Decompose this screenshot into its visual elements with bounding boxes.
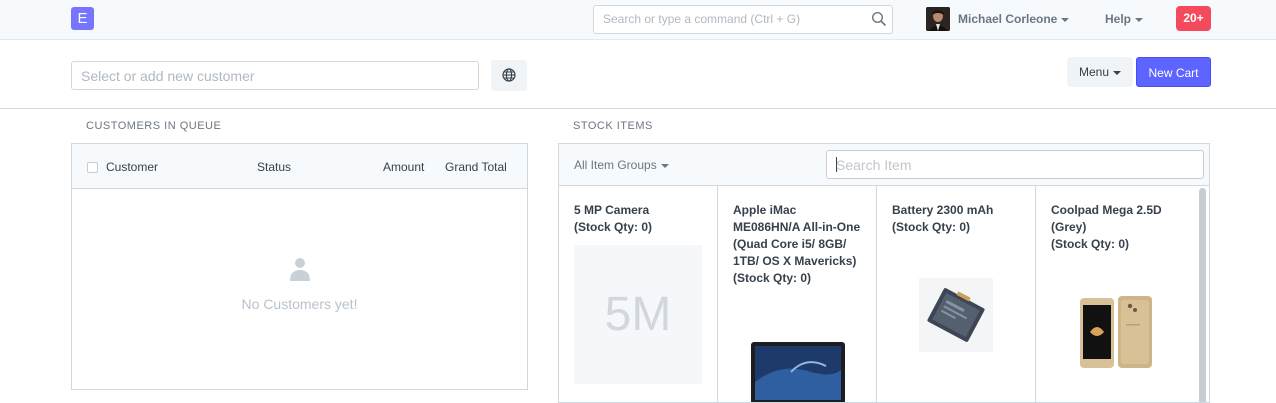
user-icon <box>290 258 310 281</box>
items-scrollbar[interactable] <box>1199 188 1206 402</box>
new-cart-button[interactable]: New Cart <box>1136 57 1211 87</box>
awesomebar <box>593 5 893 34</box>
item-search-input[interactable] <box>826 150 1204 179</box>
stock-items-panel: All Item Groups 5 MP Camera (Stock Qty: … <box>558 143 1210 403</box>
app-logo[interactable]: E <box>71 7 94 30</box>
avatar[interactable] <box>926 7 950 31</box>
user-name: Michael Corleone <box>958 12 1058 26</box>
globe-icon <box>502 68 516 82</box>
item-stock-qty: (Stock Qty: 0) <box>733 271 812 285</box>
item-stock-qty: (Stock Qty: 0) <box>1051 237 1130 251</box>
item-image-battery <box>919 278 993 352</box>
search-icon[interactable] <box>871 11 887 27</box>
item-title: Coolpad Mega 2.5D (Grey) (Stock Qty: 0) <box>1051 202 1181 253</box>
user-menu[interactable]: Michael Corleone <box>958 12 1070 26</box>
item-name: Apple iMac ME086HN/A All-in-One (Quad Co… <box>733 203 861 268</box>
item-title: Apple iMac ME086HN/A All-in-One (Quad Co… <box>733 202 863 287</box>
awesomebar-input[interactable] <box>603 12 865 26</box>
item-image-phone <box>1080 296 1152 368</box>
empty-state-text: No Customers yet! <box>241 296 358 312</box>
stock-items-title: STOCK ITEMS <box>573 120 653 132</box>
chevron-down-icon <box>1061 17 1070 22</box>
item-card[interactable]: 5 MP Camera (Stock Qty: 0) 5M <box>559 186 718 402</box>
customers-queue-title: CUSTOMERS IN QUEUE <box>86 120 222 132</box>
column-amount: Amount <box>383 160 425 174</box>
chevron-down-icon <box>1113 70 1122 75</box>
item-stock-qty: (Stock Qty: 0) <box>892 220 971 234</box>
item-placeholder-image: 5M <box>574 245 702 384</box>
select-all-checkbox[interactable] <box>87 162 98 173</box>
stock-items-toolbar: All Item Groups <box>559 144 1209 186</box>
customers-queue-panel: Customer Status Amount Grand Total No Cu… <box>71 143 528 390</box>
item-title: Battery 2300 mAh (Stock Qty: 0) <box>892 202 1022 236</box>
customer-input[interactable] <box>71 61 479 90</box>
text-cursor <box>836 157 837 172</box>
item-group-filter[interactable]: All Item Groups <box>574 158 669 172</box>
item-name: Coolpad Mega 2.5D (Grey) <box>1051 203 1162 234</box>
item-card[interactable]: Battery 2300 mAh (Stock Qty: 0) <box>877 186 1036 402</box>
page-header: Menu New Cart <box>0 40 1276 109</box>
menu-label: Menu <box>1078 65 1110 79</box>
chevron-down-icon <box>1135 17 1144 22</box>
chevron-down-icon <box>660 163 669 168</box>
item-title: 5 MP Camera (Stock Qty: 0) <box>574 202 704 236</box>
column-status: Status <box>257 160 292 174</box>
item-name: 5 MP Camera <box>574 203 650 217</box>
menu-button[interactable]: Menu <box>1067 57 1133 87</box>
item-stock-qty: (Stock Qty: 0) <box>574 220 653 234</box>
item-card[interactable]: Apple iMac ME086HN/A All-in-One (Quad Co… <box>718 186 877 402</box>
notifications-badge[interactable]: 20+ <box>1176 6 1211 31</box>
item-group-label: All Item Groups <box>574 158 657 172</box>
item-card[interactable]: Coolpad Mega 2.5D (Grey) (Stock Qty: 0) <box>1036 186 1195 402</box>
help-menu[interactable]: Help <box>1105 12 1144 26</box>
navbar: E Michael Corleone Help 20+ <box>0 0 1276 40</box>
column-customer: Customer <box>106 160 159 174</box>
offline-sync-button[interactable] <box>491 60 527 91</box>
help-label: Help <box>1105 12 1132 26</box>
column-grand-total: Grand Total <box>445 160 507 174</box>
item-name: Battery 2300 mAh <box>892 203 994 217</box>
queue-table-header: Customer Status Amount Grand Total <box>72 144 527 189</box>
